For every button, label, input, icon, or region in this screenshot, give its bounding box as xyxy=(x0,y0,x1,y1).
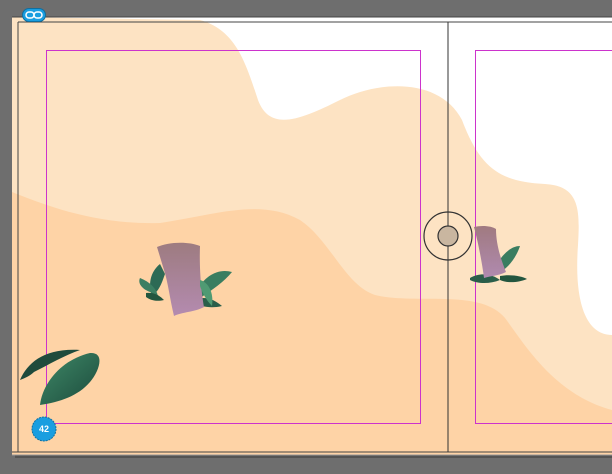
page-spread[interactable] xyxy=(0,0,612,474)
document-canvas[interactable]: 42 xyxy=(0,0,612,474)
page-number-badge[interactable] xyxy=(31,416,57,442)
link-icon[interactable] xyxy=(22,8,46,22)
